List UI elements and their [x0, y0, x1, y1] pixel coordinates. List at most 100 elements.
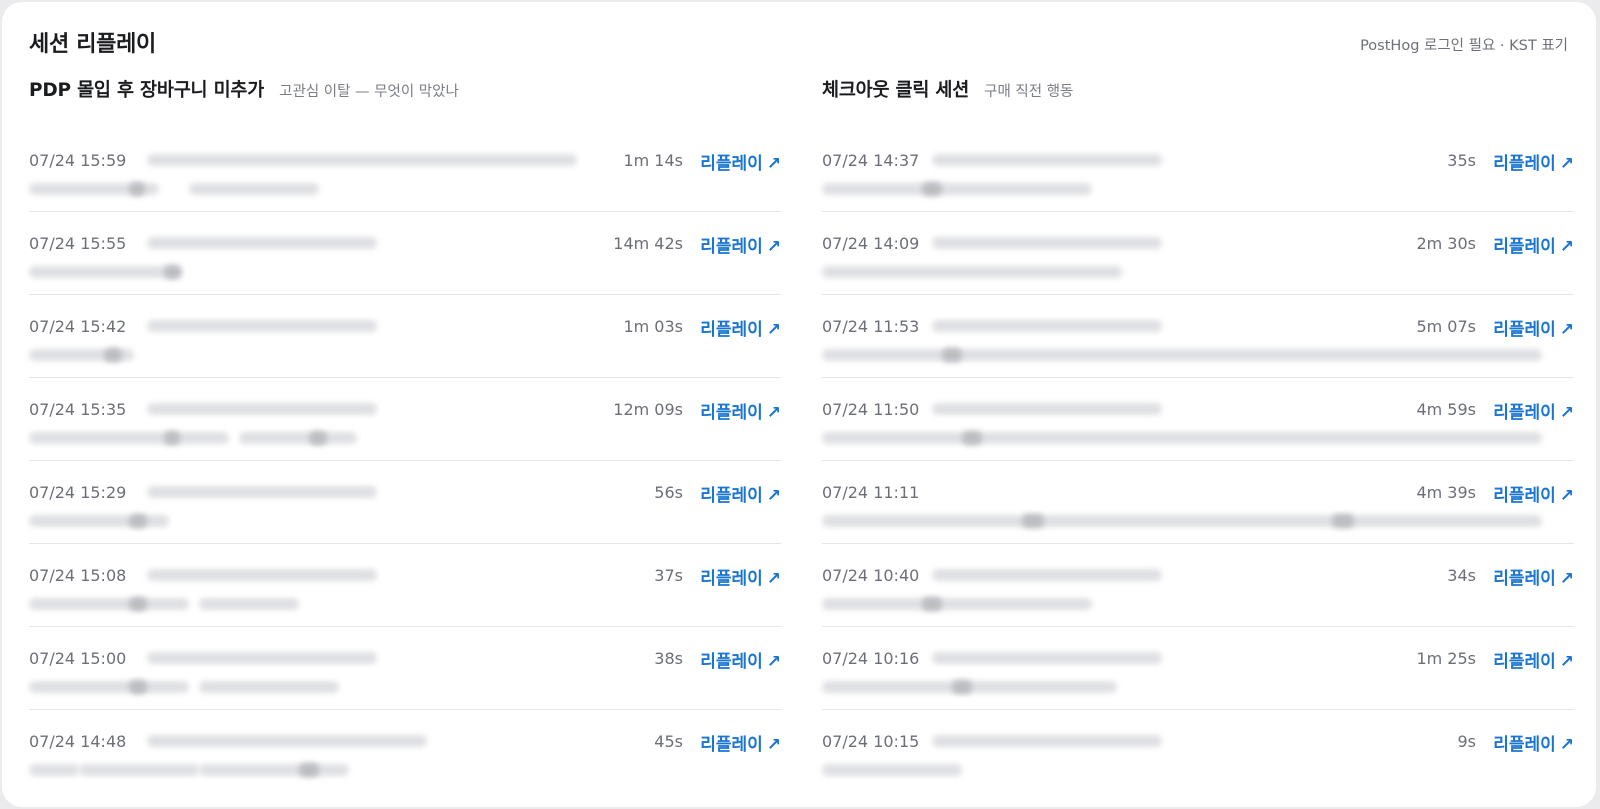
replay-link[interactable]: 리플레이 ↗	[700, 730, 781, 755]
replay-link[interactable]: 리플레이 ↗	[700, 149, 781, 174]
replay-link[interactable]: 리플레이 ↗	[1493, 232, 1574, 257]
redacted-event-path	[822, 266, 1122, 278]
replay-link[interactable]: 리플레이 ↗	[700, 232, 781, 257]
arrow-up-right-icon: ↗	[766, 569, 781, 589]
redacted-user-id	[932, 320, 1162, 332]
redacted-event-path	[29, 515, 169, 527]
replay-link-label: 리플레이	[1493, 154, 1556, 174]
session-timestamp: 07/24 14:09	[822, 234, 920, 253]
session-row: 07/24 15:55 14m 42s 리플레이 ↗	[29, 212, 781, 295]
redacted-event-path	[29, 764, 79, 776]
redacted-event-path	[199, 598, 299, 610]
arrow-up-right-icon: ↗	[766, 154, 781, 174]
column-subtitle: 구매 직전 행동	[984, 84, 1074, 100]
replay-link-label: 리플레이	[700, 320, 763, 340]
card-header: 세션 리플레이 PostHog 로그인 필요 · KST 표기	[29, 26, 1568, 58]
session-duration: 12m 09s	[613, 400, 683, 419]
session-timestamp: 07/24 15:00	[29, 649, 127, 668]
session-row: 07/24 14:48 45s 리플레이 ↗	[29, 710, 781, 792]
replay-link-label: 리플레이	[700, 154, 763, 174]
replay-link-label: 리플레이	[700, 652, 763, 672]
redacted-user-id	[932, 652, 1162, 664]
replay-link[interactable]: 리플레이 ↗	[1493, 564, 1574, 589]
replay-link[interactable]: 리플레이 ↗	[1493, 315, 1574, 340]
session-row: 07/24 15:08 37s 리플레이 ↗	[29, 544, 781, 627]
redacted-event-chip	[299, 763, 319, 777]
arrow-up-right-icon: ↗	[1559, 735, 1574, 755]
redacted-event-chip	[129, 680, 147, 694]
redacted-event-path	[29, 681, 189, 693]
redacted-event-path	[199, 764, 349, 776]
replay-link-label: 리플레이	[1493, 569, 1556, 589]
redacted-event-path	[822, 515, 1542, 527]
session-timestamp: 07/24 15:29	[29, 483, 127, 502]
arrow-up-right-icon: ↗	[766, 403, 781, 423]
replay-link-label: 리플레이	[700, 569, 763, 589]
column-title: 체크아웃 클릭 세션	[822, 80, 970, 101]
session-duration: 14m 42s	[613, 234, 683, 253]
replay-link[interactable]: 리플레이 ↗	[1493, 398, 1574, 423]
replay-link-label: 리플레이	[1493, 486, 1556, 506]
redacted-event-chip	[922, 182, 942, 196]
redacted-event-chip	[952, 680, 972, 694]
arrow-up-right-icon: ↗	[766, 486, 781, 506]
redacted-event-path	[189, 183, 319, 195]
session-row: 07/24 11:11 4m 39s 리플레이 ↗	[822, 461, 1574, 544]
session-duration: 4m 59s	[1416, 400, 1476, 419]
card-title: 세션 리플레이	[29, 32, 156, 57]
session-row: 07/24 10:15 9s 리플레이 ↗	[822, 710, 1574, 792]
redacted-user-id	[147, 154, 577, 166]
session-duration: 1m 03s	[623, 317, 683, 336]
replay-link-label: 리플레이	[1493, 237, 1556, 257]
replay-link[interactable]: 리플레이 ↗	[700, 481, 781, 506]
redacted-user-id	[932, 403, 1162, 415]
pdp-no-cart-column: PDP 몰입 후 장바구니 미추가 고관심 이탈 — 무엇이 막았나 07/24…	[29, 76, 781, 792]
session-row: 07/24 15:59 1m 14s 리플레이 ↗	[29, 129, 781, 212]
replay-link[interactable]: 리플레이 ↗	[700, 398, 781, 423]
redacted-event-path	[822, 183, 1092, 195]
session-duration: 45s	[654, 732, 683, 751]
replay-link[interactable]: 리플레이 ↗	[1493, 149, 1574, 174]
arrow-up-right-icon: ↗	[766, 320, 781, 340]
session-row: 07/24 10:16 1m 25s 리플레이 ↗	[822, 627, 1574, 710]
session-row: 07/24 11:50 4m 59s 리플레이 ↗	[822, 378, 1574, 461]
session-row: 07/24 14:37 35s 리플레이 ↗	[822, 129, 1574, 212]
session-timestamp: 07/24 15:42	[29, 317, 127, 336]
arrow-up-right-icon: ↗	[1559, 652, 1574, 672]
card-note: PostHog 로그인 필요 · KST 표기	[1360, 38, 1568, 54]
replay-link[interactable]: 리플레이 ↗	[1493, 730, 1574, 755]
session-list: 07/24 14:37 35s 리플레이 ↗ 07/24 14:09 2m 30s 리플레이…	[822, 129, 1574, 792]
replay-link[interactable]: 리플레이 ↗	[700, 315, 781, 340]
session-timestamp: 07/24 11:11	[822, 483, 920, 502]
redacted-event-path	[239, 432, 357, 444]
arrow-up-right-icon: ↗	[1559, 154, 1574, 174]
session-duration: 34s	[1447, 566, 1476, 585]
replay-link[interactable]: 리플레이 ↗	[700, 647, 781, 672]
column-header: 체크아웃 클릭 세션 구매 직전 행동	[822, 76, 1574, 116]
redacted-event-path	[822, 598, 1092, 610]
redacted-event-chip	[129, 514, 147, 528]
replay-link[interactable]: 리플레이 ↗	[1493, 647, 1574, 672]
redacted-event-chip	[309, 431, 327, 445]
redacted-user-id	[147, 652, 377, 664]
session-row: 07/24 15:42 1m 03s 리플레이 ↗	[29, 295, 781, 378]
redacted-event-path	[822, 349, 1542, 361]
checkout-click-column: 체크아웃 클릭 세션 구매 직전 행동 07/24 14:37 35s 리플레이 ↗ 0…	[822, 76, 1574, 792]
session-timestamp: 07/24 11:50	[822, 400, 920, 419]
session-timestamp: 07/24 11:53	[822, 317, 920, 336]
redacted-user-id	[932, 154, 1162, 166]
session-timestamp: 07/24 10:16	[822, 649, 920, 668]
session-timestamp: 07/24 15:35	[29, 400, 127, 419]
session-replay-card: 세션 리플레이 PostHog 로그인 필요 · KST 표기 PDP 몰입 후…	[2, 2, 1596, 807]
replay-link-label: 리플레이	[700, 735, 763, 755]
session-timestamp: 07/24 10:40	[822, 566, 920, 585]
session-duration: 37s	[654, 566, 683, 585]
replay-link-label: 리플레이	[700, 486, 763, 506]
replay-link[interactable]: 리플레이 ↗	[700, 564, 781, 589]
arrow-up-right-icon: ↗	[1559, 237, 1574, 257]
redacted-event-chip	[942, 348, 962, 362]
session-row: 07/24 14:09 2m 30s 리플레이 ↗	[822, 212, 1574, 295]
column-title: PDP 몰입 후 장바구니 미추가	[29, 80, 265, 101]
session-duration: 1m 14s	[623, 151, 683, 170]
replay-link[interactable]: 리플레이 ↗	[1493, 481, 1574, 506]
